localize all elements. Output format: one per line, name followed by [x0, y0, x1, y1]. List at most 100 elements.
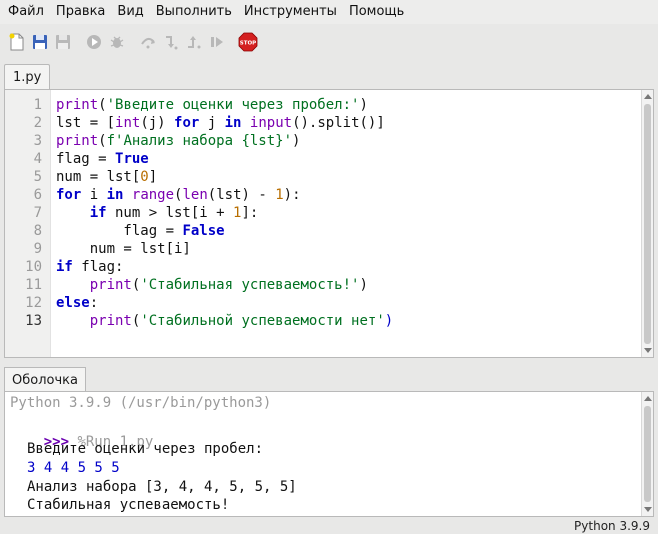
code-token: for: [174, 115, 200, 131]
scroll-down-icon[interactable]: [644, 507, 652, 512]
save-file-icon[interactable]: [52, 31, 74, 53]
code-line[interactable]: print(f'Анализ набора {lst}'): [56, 132, 300, 150]
code-token: j: [199, 115, 225, 131]
code-line[interactable]: print('Стабильной успеваемости нет'): [56, 312, 393, 330]
menu-help[interactable]: Помощь: [343, 0, 410, 24]
run-icon[interactable]: [83, 31, 105, 53]
shell-output-line: Анализ набора [3, 4, 4, 5, 5, 5]: [27, 479, 297, 495]
line-number-gutter: 1 2 3 4 5 6 7 8 9 10 11 12 13: [5, 90, 51, 357]
code-token: if: [89, 205, 107, 221]
code-token: else: [56, 295, 90, 311]
code-token: print: [56, 97, 99, 113]
code-token: (lst) -: [207, 187, 276, 203]
line-number: 8: [33, 223, 42, 239]
shell-output-line: Введите оценки через пробел:: [27, 441, 264, 457]
interpreter-status[interactable]: Python 3.9.9: [574, 518, 650, 534]
code-token: input: [249, 115, 293, 131]
line-number: 11: [25, 277, 42, 293]
code-token: ): [292, 133, 301, 149]
line-number: 4: [33, 151, 42, 167]
code-token: in: [106, 187, 124, 203]
scroll-down-icon[interactable]: [644, 348, 652, 353]
code-line[interactable]: if flag:: [56, 258, 123, 276]
code-token: 'Стабильной успеваемости нет': [140, 313, 385, 329]
code-token: 0: [140, 169, 149, 185]
menu-bar: Файл Правка Вид Выполнить Инструменты По…: [0, 0, 658, 24]
scroll-up-icon[interactable]: [644, 94, 652, 99]
code-token: ):: [283, 187, 301, 203]
code-token: (: [98, 133, 107, 149]
code-token: in: [224, 115, 242, 131]
code-line[interactable]: num = lst[i]: [56, 240, 191, 258]
code-line[interactable]: flag = True: [56, 150, 149, 168]
menu-run[interactable]: Выполнить: [150, 0, 238, 24]
code-token: flag:: [72, 259, 124, 275]
code-line[interactable]: for i in range(len(lst) - 1):: [56, 186, 301, 204]
code-token: f'Анализ набора {lst}': [106, 133, 293, 149]
scroll-up-icon[interactable]: [644, 396, 652, 401]
toolbar: STOP: [0, 26, 658, 58]
code-token: False: [182, 223, 225, 239]
code-token: flag =: [56, 223, 183, 239]
code-line[interactable]: else:: [56, 294, 98, 312]
resume-icon[interactable]: [206, 31, 228, 53]
editor-vertical-scrollbar[interactable]: [641, 90, 653, 357]
shell-user-input: 3 4 4 5 5 5: [27, 460, 120, 476]
code-token: (j): [140, 115, 175, 131]
code-token: num = lst[: [56, 169, 141, 185]
step-over-icon[interactable]: [137, 31, 159, 53]
step-out-icon[interactable]: [183, 31, 205, 53]
code-token: lst = [: [56, 115, 116, 131]
line-number: 7: [33, 205, 42, 221]
new-file-icon[interactable]: [6, 31, 28, 53]
code-token: ().split()]: [292, 115, 385, 131]
menu-view[interactable]: Вид: [111, 0, 149, 24]
editor-scroll-thumb[interactable]: [644, 104, 651, 344]
menu-tools[interactable]: Инструменты: [238, 0, 343, 24]
tab-1-py[interactable]: 1.py: [4, 64, 51, 91]
code-token: 'Стабильная успеваемость!': [140, 277, 360, 293]
code-token: i: [81, 187, 107, 203]
code-token: :: [89, 295, 99, 311]
line-number: 3: [33, 133, 42, 149]
debug-icon[interactable]: [106, 31, 128, 53]
code-token: ): [359, 97, 368, 113]
shell-vertical-scrollbar[interactable]: [641, 392, 653, 516]
shell-scroll-thumb[interactable]: [644, 406, 651, 502]
line-number: 5: [33, 169, 42, 185]
shell-banner: Python 3.9.9 (/usr/bin/python3): [10, 395, 272, 411]
menu-edit[interactable]: Правка: [50, 0, 111, 24]
stop-icon[interactable]: STOP: [237, 31, 259, 53]
code-token: if: [56, 259, 73, 275]
code-line[interactable]: print('Введите оценки через пробел:'): [56, 96, 368, 114]
code-token: num = lst[i]: [56, 241, 191, 257]
code-token: flag =: [56, 151, 116, 167]
code-line[interactable]: num = lst[0]: [56, 168, 157, 186]
code-line[interactable]: flag = False: [56, 222, 225, 240]
code-line[interactable]: if num > lst[i + 1]:: [56, 204, 259, 222]
line-number: 6: [33, 187, 42, 203]
line-number: 10: [25, 259, 42, 275]
shell-panel[interactable]: Python 3.9.9 (/usr/bin/python3) >>> %Run…: [4, 391, 654, 517]
code-line[interactable]: print('Стабильная успеваемость!'): [56, 276, 368, 294]
code-token: ): [384, 313, 394, 329]
menu-file[interactable]: Файл: [2, 0, 50, 24]
svg-text:STOP: STOP: [240, 41, 256, 47]
code-token: ): [359, 277, 368, 293]
tab-shell[interactable]: Оболочка: [4, 367, 86, 393]
code-editor[interactable]: 1 2 3 4 5 6 7 8 9 10 11 12 13 print('Введите оценки …: [4, 89, 654, 358]
open-file-icon[interactable]: [29, 31, 51, 53]
code-token: len: [182, 187, 208, 203]
step-into-icon[interactable]: [160, 31, 182, 53]
code-line[interactable]: lst = [int(j) for j in input().split()]: [56, 114, 385, 132]
status-bar: Python 3.9.9: [0, 518, 658, 534]
code-token: print: [89, 277, 132, 293]
code-token: range: [131, 187, 175, 203]
code-token: num > lst[i +: [106, 205, 234, 221]
line-number: 12: [25, 295, 42, 311]
